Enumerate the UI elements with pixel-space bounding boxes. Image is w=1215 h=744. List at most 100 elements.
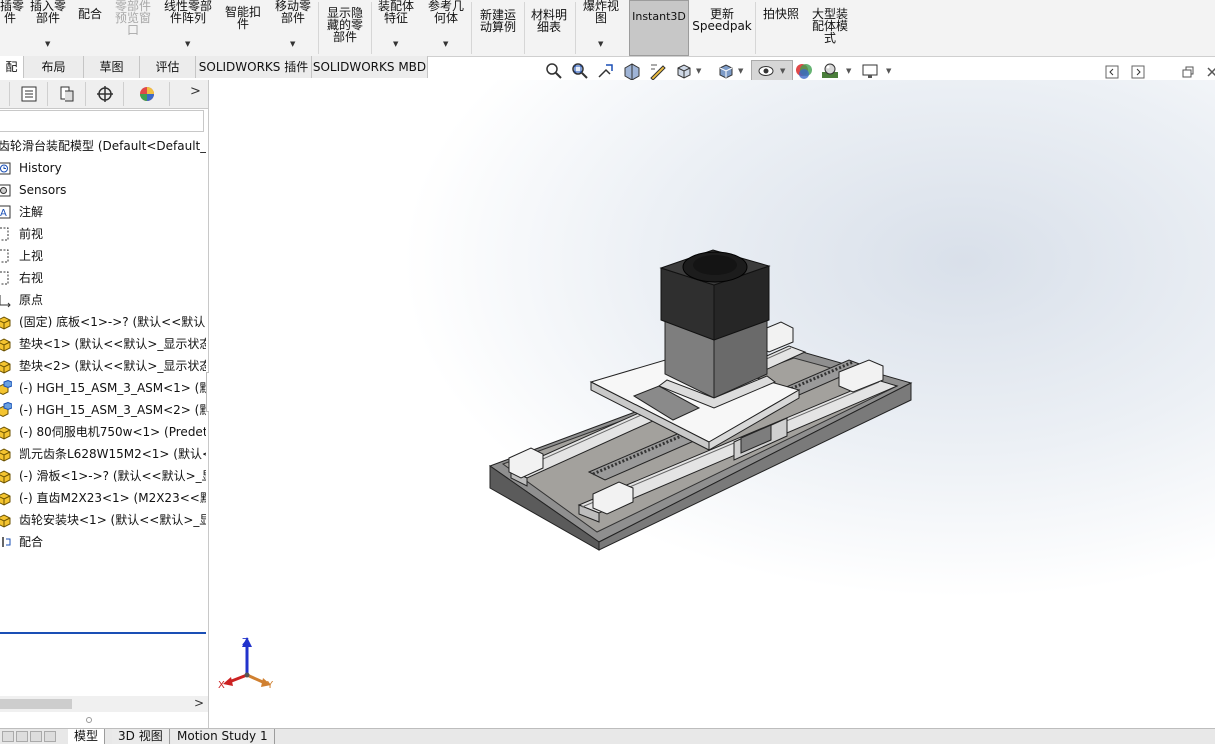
tab-3d-view[interactable]: 3D 视图 bbox=[112, 729, 170, 744]
tree-item[interactable]: A 注解 bbox=[0, 201, 206, 223]
ribbon-label: 更新 Speedpak bbox=[692, 7, 752, 33]
ribbon-smart-fasteners-button[interactable]: 智能扣 件 bbox=[220, 0, 266, 56]
ribbon-label: 插零 件 bbox=[0, 0, 25, 25]
tree-item[interactable]: 垫块<1> (默认<<默认>_显示状态 bbox=[0, 333, 206, 355]
history-icon bbox=[0, 160, 12, 176]
part-icon bbox=[0, 424, 12, 440]
panel-splitter-handle[interactable] bbox=[86, 717, 92, 723]
feature-tree-filter[interactable] bbox=[0, 110, 204, 132]
configuration-manager-tab[interactable] bbox=[48, 82, 86, 106]
tree-root-assembly[interactable]: 齿轮滑台装配模型 (Default<Default_D bbox=[0, 135, 206, 157]
horizontal-scrollbar[interactable]: > bbox=[0, 696, 208, 712]
tree-item-label: (-) 滑板<1>->? (默认<<默认>_显 bbox=[19, 469, 206, 483]
tab-evaluate[interactable]: 评估 bbox=[140, 56, 196, 78]
tree-item-label: (-) HGH_15_ASM_3_ASM<1> (默认 bbox=[19, 381, 206, 395]
graphics-area[interactable]: Z X Y bbox=[209, 80, 1215, 728]
rollback-bar[interactable] bbox=[0, 632, 206, 634]
first-tab-icon[interactable] bbox=[2, 731, 14, 742]
tree-item[interactable]: (固定) 底板<1>->? (默认<<默认> bbox=[0, 311, 206, 333]
tree-item[interactable]: Sensors bbox=[0, 179, 206, 201]
chevron-down-icon[interactable]: ▼ bbox=[738, 67, 743, 75]
close-window-icon[interactable] bbox=[1204, 64, 1215, 80]
triad-x-label: X bbox=[218, 680, 225, 691]
chevron-down-icon[interactable]: ▼ bbox=[45, 38, 50, 50]
tree-item[interactable]: 垫块<2> (默认<<默认>_显示状态 bbox=[0, 355, 206, 377]
command-manager-ribbon: 插零 件 插入零 部件 ▼ 配合 零部件 预览窗 口 线性零部 件阵列 ▼ 智能扣 … bbox=[0, 0, 1215, 57]
chevron-down-icon[interactable]: ▼ bbox=[185, 38, 190, 50]
last-tab-icon[interactable] bbox=[44, 731, 56, 742]
tab-sketch[interactable]: 草图 bbox=[84, 56, 140, 78]
tree-item[interactable]: 原点 bbox=[0, 289, 206, 311]
ribbon-label: 移动零 部件 bbox=[274, 0, 311, 25]
tab-solidworks-mbd[interactable]: SOLIDWORKS MBD bbox=[312, 56, 428, 78]
tree-item-label: 垫块<1> (默认<<默认>_显示状态 bbox=[19, 337, 206, 351]
dimxpert-manager-tab[interactable] bbox=[86, 82, 124, 106]
ribbon-insert-component-button[interactable]: 插入零 部件 ▼ bbox=[24, 0, 72, 56]
ribbon-reference-geometry-button[interactable]: 参考几 何体 ▼ bbox=[424, 0, 468, 56]
assembly-model[interactable]: Z X Y bbox=[209, 80, 1215, 728]
next-tab-icon[interactable] bbox=[30, 731, 42, 742]
ribbon-bom-button[interactable]: 材料明 细表 bbox=[526, 0, 572, 56]
ribbon-label: 配合 bbox=[77, 7, 102, 21]
ribbon-label: 插入零 部件 bbox=[29, 0, 66, 25]
feature-manager-tab[interactable] bbox=[0, 82, 10, 106]
chevron-down-icon[interactable]: ▼ bbox=[598, 38, 603, 50]
tree-item[interactable]: (-) 80伺服电机750w<1> (Predete bbox=[0, 421, 206, 443]
tab-assembly[interactable]: 配体 bbox=[0, 56, 24, 96]
tree-item-label: 前视 bbox=[19, 227, 44, 241]
ribbon-separator bbox=[755, 2, 756, 54]
ribbon-move-component-button[interactable]: 移动零 部件 ▼ bbox=[270, 0, 316, 56]
command-tabs: 配体 布局 草图 评估 SOLIDWORKS 插件 SOLIDWORKS MBD bbox=[0, 56, 430, 96]
chevron-right-icon[interactable]: > bbox=[190, 84, 201, 99]
servo-motor[interactable] bbox=[657, 249, 776, 409]
ribbon-take-snapshot-button[interactable]: 拍快照 bbox=[758, 0, 804, 56]
tab-model[interactable]: 模型 bbox=[68, 729, 106, 744]
part-icon bbox=[0, 490, 12, 506]
chevron-right-icon[interactable]: > bbox=[194, 696, 204, 710]
ribbon-new-motion-study-button[interactable]: 新建运 动算例 bbox=[474, 0, 522, 56]
ribbon-assembly-features-button[interactable]: 装配体 特征 ▼ bbox=[374, 0, 418, 56]
chevron-down-icon[interactable]: ▼ bbox=[780, 67, 785, 75]
tree-item[interactable]: (-) HGH_15_ASM_3_ASM<2> (默认 bbox=[0, 399, 206, 421]
chevron-down-icon[interactable]: ▼ bbox=[443, 38, 448, 50]
ribbon-exploded-view-button[interactable]: 爆炸视 图 ▼ bbox=[578, 0, 624, 56]
tree-item[interactable]: 上视 bbox=[0, 245, 206, 267]
ribbon-update-speedpak-button[interactable]: 更新 Speedpak bbox=[692, 0, 752, 56]
property-manager-tab[interactable] bbox=[10, 82, 48, 106]
tree-item[interactable]: 凯元齿条L628W15M2<1> (默认< bbox=[0, 443, 206, 465]
restore-window-icon[interactable] bbox=[1180, 64, 1196, 80]
tree-item[interactable]: 配合 bbox=[0, 531, 206, 553]
tree-item[interactable]: 前视 bbox=[0, 223, 206, 245]
ribbon-mate-button[interactable]: 配合 bbox=[74, 0, 106, 56]
tree-item[interactable]: History bbox=[0, 157, 206, 179]
ribbon-label: 装配体 特征 bbox=[377, 0, 414, 25]
tab-motion-study-1[interactable]: Motion Study 1 bbox=[171, 729, 275, 744]
collapse-left-icon[interactable] bbox=[1104, 64, 1120, 80]
scrollbar-thumb[interactable] bbox=[0, 699, 72, 709]
ribbon-insert-part-button[interactable]: 插零 件 bbox=[0, 0, 25, 56]
collapse-right-icon[interactable] bbox=[1130, 64, 1146, 80]
tree-item[interactable]: 右视 bbox=[0, 267, 206, 289]
chevron-down-icon[interactable]: ▼ bbox=[393, 38, 398, 50]
tree-item[interactable]: (-) HGH_15_ASM_3_ASM<1> (默认 bbox=[0, 377, 206, 399]
tab-layout[interactable]: 布局 bbox=[24, 56, 84, 78]
chevron-down-icon[interactable]: ▼ bbox=[886, 67, 891, 75]
chevron-down-icon[interactable]: ▼ bbox=[846, 67, 851, 75]
chevron-down-icon[interactable]: ▼ bbox=[696, 67, 701, 75]
tree-item[interactable]: 齿轮安装块<1> (默认<<默认>_显: bbox=[0, 509, 206, 531]
ribbon-linear-pattern-button[interactable]: 线性零部 件阵列 ▼ bbox=[160, 0, 216, 56]
ribbon-large-assembly-mode-button[interactable]: 大型装 配体模 式 bbox=[806, 0, 854, 56]
ribbon-label: 零部件 预览窗 口 bbox=[114, 0, 151, 37]
ribbon-component-preview-button[interactable]: 零部件 预览窗 口 bbox=[110, 0, 156, 56]
ribbon-label: Instant3D bbox=[632, 10, 686, 23]
prev-tab-icon[interactable] bbox=[16, 731, 28, 742]
chevron-down-icon[interactable]: ▼ bbox=[290, 38, 295, 50]
ribbon-show-hidden-button[interactable]: 显示隐 藏的零 部件 bbox=[322, 0, 368, 56]
tab-solidworks-addins[interactable]: SOLIDWORKS 插件 bbox=[196, 56, 312, 78]
tree-item[interactable]: (-) 滑板<1>->? (默认<<默认>_显 bbox=[0, 465, 206, 487]
display-manager-tab[interactable] bbox=[124, 82, 170, 106]
ribbon-separator bbox=[371, 2, 372, 54]
tree-item[interactable]: (-) 直齿M2X23<1> (M2X23<<默 bbox=[0, 487, 206, 509]
ribbon-instant3d-button[interactable]: Instant3D bbox=[629, 0, 689, 56]
triad-z-label: Z bbox=[242, 637, 249, 648]
